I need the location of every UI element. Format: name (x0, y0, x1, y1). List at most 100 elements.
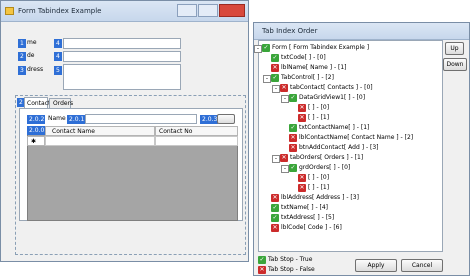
grid-column-header[interactable]: Contact Name (45, 126, 155, 136)
minimize-button[interactable] (177, 4, 197, 17)
tree-node[interactable]: - ✓ grdOrders[ ] - [0] (281, 163, 351, 173)
tab-index-title: Tab Index Order (262, 27, 318, 35)
form-title: Form Tabindex Example (18, 7, 102, 15)
tab-orders[interactable]: Orders (49, 98, 73, 108)
tree-node[interactable]: - ✓ DataGridView1[ ] - [0] (281, 93, 366, 103)
tree-node-label: btnAddContact[ Add ] - [3] (299, 144, 379, 151)
tree-node[interactable]: ✕ lblName[ Name ] - [1] (271, 63, 347, 73)
tree-node[interactable]: ✕ btnAddContact[ Add ] - [3] (289, 143, 379, 153)
checked-icon[interactable]: ✓ (271, 213, 279, 222)
grid-cell[interactable] (45, 136, 155, 146)
tab-order-badge: 4 (54, 39, 62, 48)
tree-node[interactable]: ✕[ ] - [1] (298, 183, 329, 193)
checked-icon[interactable]: ✓ (289, 163, 297, 172)
unchecked-icon[interactable]: ✕ (271, 223, 279, 232)
tree-node[interactable]: ✕[ ] - [1] (298, 113, 329, 123)
tab-order-badge: 2 (17, 98, 24, 107)
tree-node[interactable]: - ✕ tabContact[ Contacts ] - [0] (272, 83, 373, 93)
tab-order-badge: 5 (54, 66, 62, 75)
apply-button[interactable]: Apply (355, 259, 397, 272)
tab-order-badge: 2 (18, 52, 26, 61)
tree-node-label: [ ] - [0] (308, 174, 330, 181)
tree-node[interactable]: ✓ txtName[ ] - [4] (271, 203, 328, 213)
tab-contacts[interactable]: Contacts (24, 97, 53, 108)
tree-node-label: txtContactName[ ] - [1] (299, 124, 370, 131)
tree-node[interactable]: ✓ txtCode[ ] - [0] (271, 53, 326, 63)
tab-order-badge: 2.0.3 (200, 115, 218, 124)
checked-icon[interactable]: ✓ (271, 203, 279, 212)
collapse-icon[interactable]: - (281, 165, 289, 173)
tree-node[interactable]: ✕ lblCode[ Code ] - [6] (271, 223, 342, 233)
tree-node-label: tabContact[ Contacts ] - [0] (290, 84, 373, 91)
tree-node[interactable]: ✕ lblContactName[ Contact Name ] - [2] (289, 133, 413, 143)
tab-order-badge: 1 (18, 39, 26, 48)
new-row-icon: ✱ (31, 138, 37, 145)
code-label: me (27, 39, 37, 46)
collapse-icon[interactable]: - (281, 95, 289, 103)
down-button[interactable]: Down (443, 58, 467, 71)
tab-order-badge: 3 (18, 66, 26, 75)
grid-column-header[interactable]: Contact No (155, 126, 238, 136)
maximize-button[interactable] (198, 4, 218, 17)
tab-index-window: Tab Index Order - ✓ Form [ Form Tabindex E… (253, 22, 470, 276)
form-title-bar: Form Tabindex Example (1, 1, 248, 22)
checked-icon: ✓ (258, 255, 266, 264)
checked-icon[interactable]: ✓ (289, 93, 297, 102)
collapse-icon[interactable]: - (263, 75, 271, 83)
tree-node[interactable]: ✓ txtAddress[ ] - [5] (271, 213, 334, 223)
tree-node[interactable]: - ✓ Form [ Form Tabindex Example ] (254, 43, 369, 53)
grid-cell[interactable] (155, 136, 238, 146)
legend: ✓ Tab Stop - True ✕ Tab Stop - False (258, 255, 348, 275)
tree-node[interactable]: ✕[ ] - [0] (298, 103, 329, 113)
checked-icon[interactable]: ✓ (271, 53, 279, 62)
tree-node-label: txtAddress[ ] - [5] (281, 214, 335, 221)
tree-node-label: grdOrders[ ] - [0] (299, 164, 351, 171)
collapse-icon[interactable]: - (272, 85, 280, 93)
tab-order-badge: 4 (54, 52, 62, 61)
form-window: Form Tabindex Example 1 me 4 2 de 4 3 dr… (0, 0, 249, 262)
unchecked-icon[interactable]: ✕ (271, 63, 279, 72)
cancel-button[interactable]: Cancel (401, 259, 443, 272)
tree-node[interactable]: - ✕ tabOrders[ Orders ] - [1] (272, 153, 363, 163)
tab-order-tree[interactable]: - ✓ Form [ Form Tabindex Example ] ✓ txtCode… (254, 40, 443, 252)
checked-icon[interactable]: ✓ (262, 43, 270, 52)
tree-node-label: txtName[ ] - [4] (281, 204, 329, 211)
tree-node-label: DataGridView1[ ] - [0] (299, 94, 366, 101)
name-field[interactable] (63, 51, 181, 62)
tree-node[interactable]: ✓ txtContactName[ ] - [1] (289, 123, 369, 133)
unchecked-icon[interactable]: ✕ (289, 143, 297, 152)
collapse-icon[interactable]: - (272, 155, 280, 163)
tab-index-title-bar: Tab Index Order (254, 23, 469, 40)
code-field[interactable] (63, 38, 181, 49)
tree-node[interactable]: ✕[ ] - [0] (298, 173, 329, 183)
up-button[interactable]: Up (445, 42, 464, 55)
tree-node-label: lblContactName[ Contact Name ] - [2] (299, 134, 414, 141)
address-label: dress (27, 66, 44, 73)
unchecked-icon[interactable]: ✕ (298, 183, 306, 192)
unchecked-icon[interactable]: ✕ (289, 133, 297, 142)
checked-icon[interactable]: ✓ (271, 73, 279, 82)
tree-node-label: [ ] - [1] (308, 184, 330, 191)
tree-node-label: TabControl[ ] - [2] (281, 74, 334, 81)
contact-name-field[interactable] (85, 114, 197, 124)
address-field[interactable] (63, 64, 181, 90)
legend-true: ✓ Tab Stop - True (258, 255, 313, 264)
tree-node-label: lblCode[ Code ] - [6] (281, 224, 342, 231)
unchecked-icon[interactable]: ✕ (298, 103, 306, 112)
unchecked-icon[interactable]: ✕ (280, 153, 288, 162)
tree-node-label: [ ] - [1] (308, 114, 330, 121)
add-contact-button[interactable] (217, 114, 235, 124)
tree-node-label: txtCode[ ] - [0] (281, 54, 326, 61)
close-button[interactable] (219, 4, 245, 17)
tree-node[interactable]: ✕ lblAddress[ Address ] - [3] (271, 193, 359, 203)
unchecked-icon[interactable]: ✕ (298, 113, 306, 122)
grid-row-header[interactable]: ✱ (27, 136, 45, 146)
name-label: de (27, 52, 35, 59)
tree-node[interactable]: - ✓ TabControl[ ] - [2] (263, 73, 334, 83)
unchecked-icon[interactable]: ✕ (280, 83, 288, 92)
unchecked-icon[interactable]: ✕ (271, 193, 279, 202)
collapse-icon[interactable]: - (254, 45, 262, 53)
checked-icon[interactable]: ✓ (289, 123, 297, 132)
contact-name-label: Name (48, 115, 66, 122)
unchecked-icon[interactable]: ✕ (298, 173, 306, 182)
